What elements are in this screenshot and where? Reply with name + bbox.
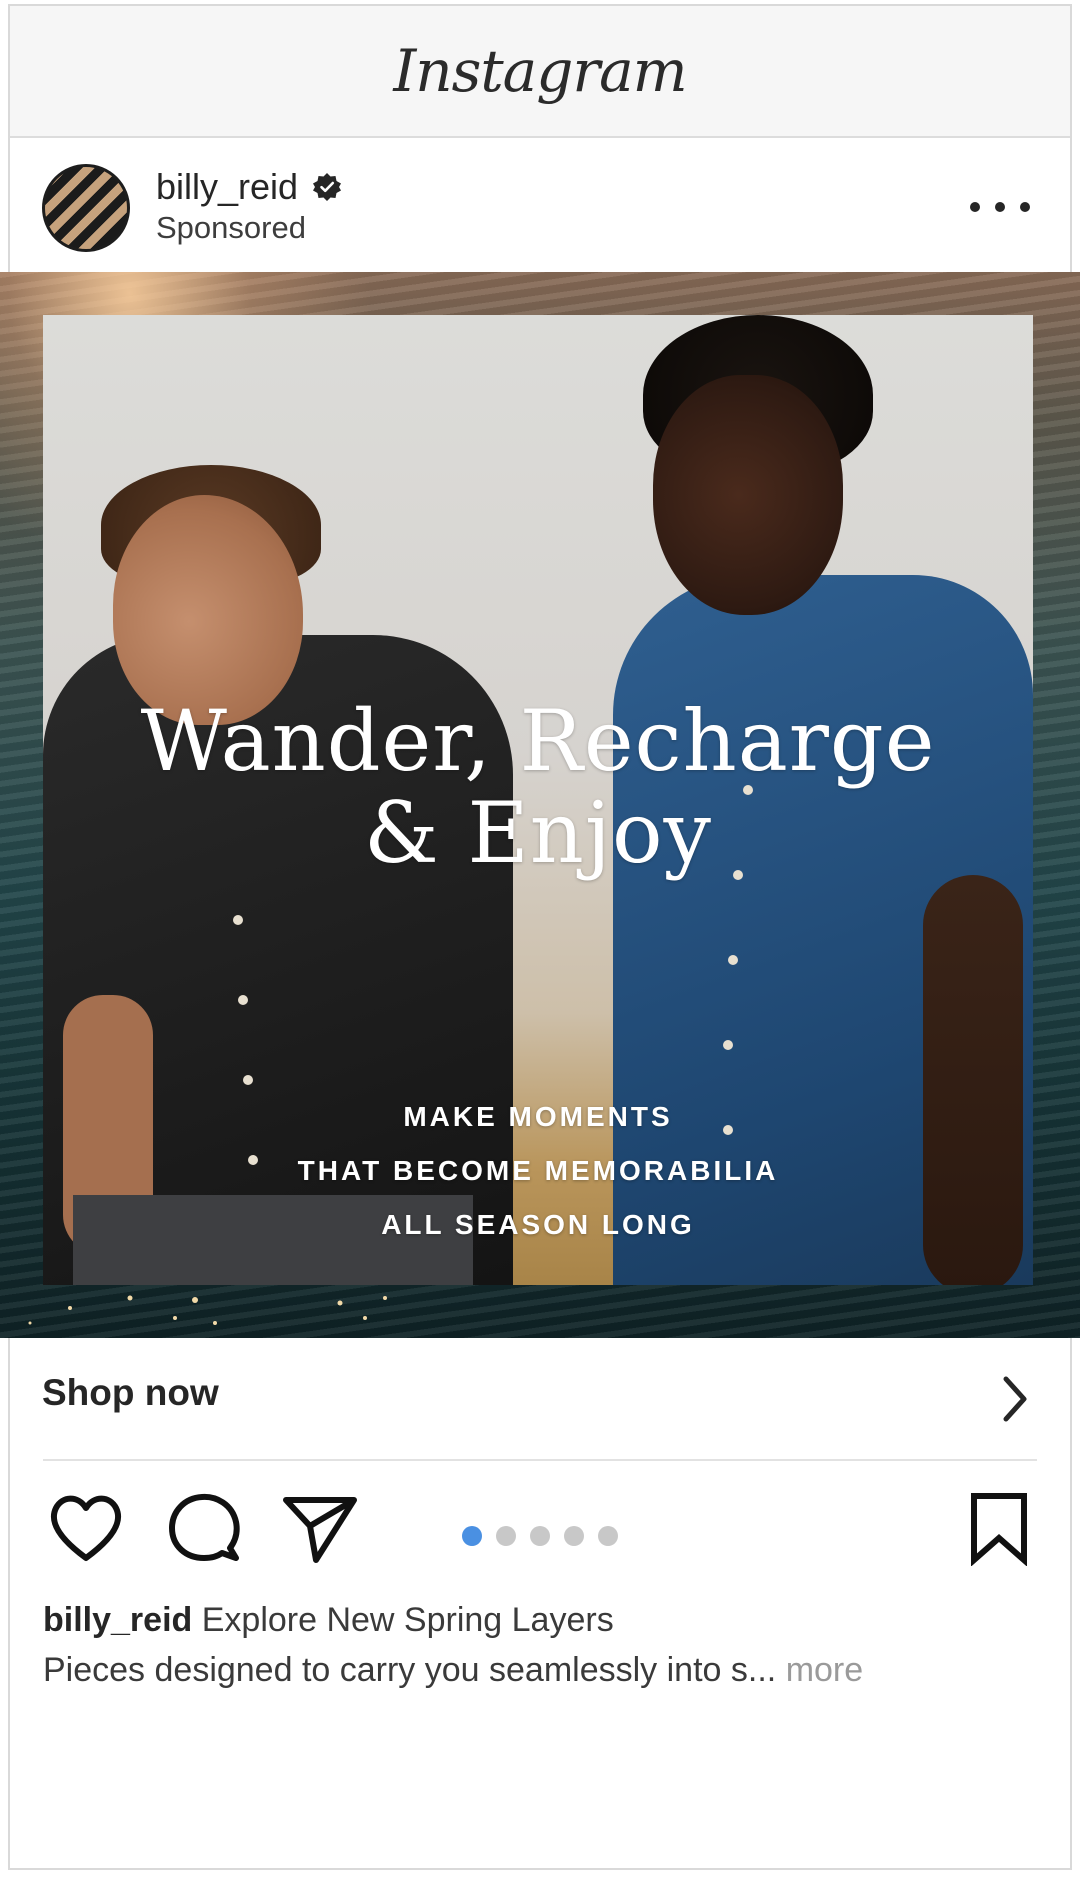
post-media[interactable]: Wander, Recharge & Enjoy MAKE MOMENTS TH… [0,272,1080,1338]
tagline-line-3: ALL SEASON LONG [381,1209,695,1240]
heart-icon[interactable] [46,1490,126,1566]
post-username[interactable]: billy_reid [156,166,298,208]
tagline-line-1: MAKE MOMENTS [403,1101,673,1132]
more-link[interactable]: more [786,1651,863,1689]
carousel-indicator [462,1524,618,1548]
shirt-button [723,1040,733,1050]
shirt-button [233,915,243,925]
ad-photo: Wander, Recharge & Enjoy MAKE MOMENTS TH… [43,315,1033,1285]
sponsored-label: Sponsored [156,210,306,245]
carousel-dot [496,1526,516,1546]
caption-title: Explore New Spring Layers [201,1601,614,1639]
chevron-right-icon [1003,1376,1027,1422]
bookmark-icon[interactable] [966,1490,1032,1566]
verified-badge-icon [313,173,341,201]
shirt-button [243,1075,253,1085]
more-dot [995,202,1005,212]
ad-headline: Wander, Recharge & Enjoy [43,695,1033,879]
instagram-logo: Instagram [393,37,687,105]
more-dot [970,202,980,212]
shop-now-label: Shop now [42,1372,219,1413]
caption-line-1: billy_reid Explore New Spring Layers [43,1595,1043,1645]
comment-icon[interactable] [164,1490,244,1566]
post-caption: billy_reid Explore New Spring Layers Pie… [43,1595,1043,1695]
ad-tagline: MAKE MOMENTS THAT BECOME MEMORABILIA ALL… [43,1090,1033,1252]
divider [43,1459,1037,1461]
caption-line-2: Pieces designed to carry you seamlessly … [43,1645,1043,1695]
carousel-dot [564,1526,584,1546]
model-right-head [653,375,843,615]
headline-line-2: & Enjoy [364,784,712,882]
carousel-dot [530,1526,550,1546]
carousel-dot [598,1526,618,1546]
top-bar: Instagram [10,6,1070,138]
avatar[interactable] [42,164,130,252]
more-options-icon[interactable] [970,192,1030,222]
carousel-dot [462,1526,482,1546]
more-dot [1020,202,1030,212]
post-header: billy_reid Sponsored [10,140,1070,272]
share-icon[interactable] [280,1490,360,1566]
shop-now-button[interactable]: Shop now [10,1338,1070,1460]
post-actions [10,1490,1070,1570]
caption-username[interactable]: billy_reid [43,1601,192,1639]
shirt-button [728,955,738,965]
tagline-line-2: THAT BECOME MEMORABILIA [297,1155,779,1186]
shirt-button [238,995,248,1005]
caption-text: Pieces designed to carry you seamlessly … [43,1651,777,1689]
headline-line-1: Wander, Recharge [140,692,936,790]
sparkle-decoration [28,1295,387,1325]
